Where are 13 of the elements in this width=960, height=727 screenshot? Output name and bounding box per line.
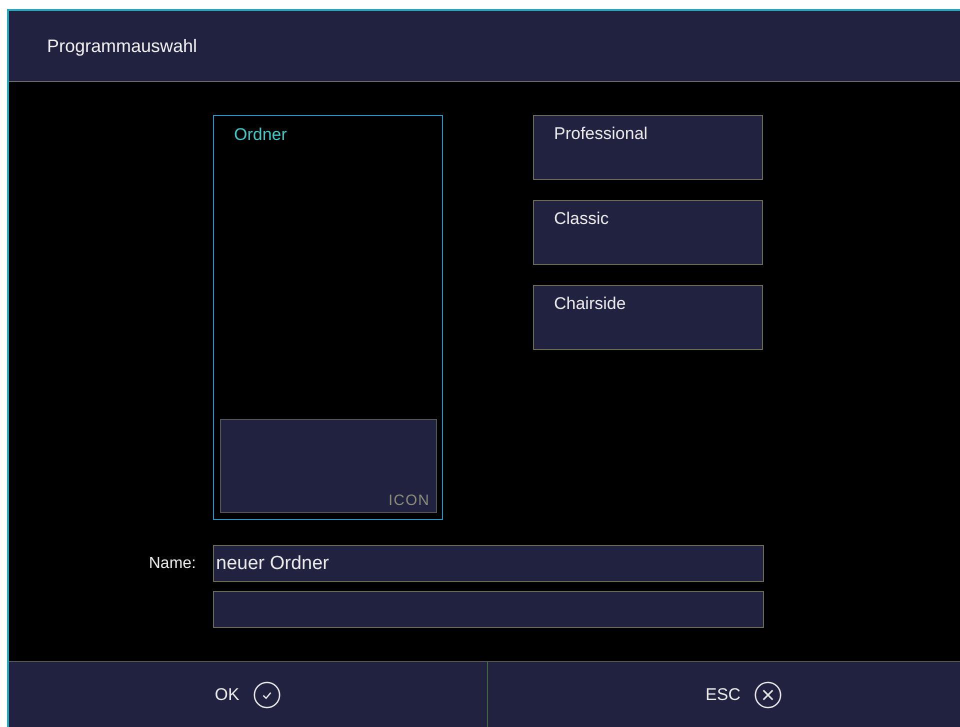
program-button[interactable]: Chairside xyxy=(533,285,763,350)
name-field[interactable]: neuer Ordner xyxy=(213,545,764,582)
folder-tile[interactable]: Ordner ICON xyxy=(213,115,443,520)
window-title: Programmauswahl xyxy=(47,36,198,56)
checkmark-icon xyxy=(253,680,282,708)
program-button[interactable]: Classic xyxy=(533,200,763,265)
input-field[interactable] xyxy=(213,591,764,628)
program-button[interactable]: Professional xyxy=(533,115,763,180)
close-icon xyxy=(754,680,782,708)
folder-label: Ordner xyxy=(234,125,287,145)
icon-slot[interactable]: ICON xyxy=(220,419,437,513)
icon-slot-label: ICON xyxy=(388,492,430,509)
name-label: Name: xyxy=(148,554,197,572)
